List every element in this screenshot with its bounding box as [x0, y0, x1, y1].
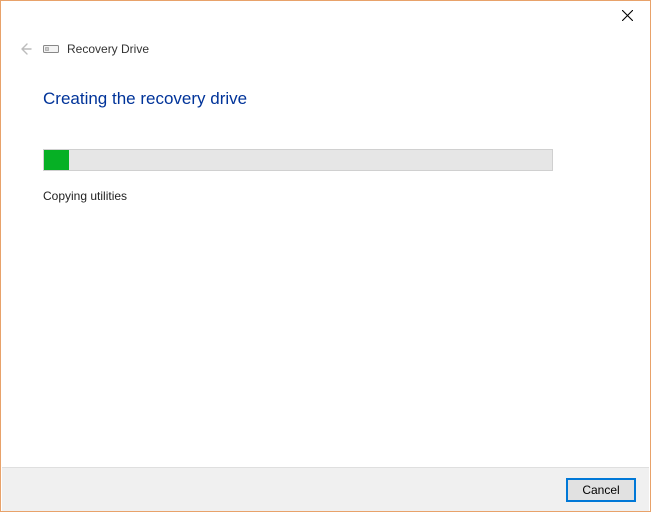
close-icon [622, 10, 633, 21]
status-text: Copying utilities [43, 189, 608, 203]
back-button [15, 39, 35, 59]
page-heading: Creating the recovery drive [43, 89, 608, 109]
arrow-left-icon [17, 41, 33, 57]
titlebar [1, 1, 650, 31]
close-button[interactable] [605, 1, 650, 29]
drive-icon [43, 43, 59, 55]
progress-bar [43, 149, 553, 171]
cancel-button[interactable]: Cancel [567, 479, 635, 501]
window-title: Recovery Drive [67, 42, 149, 56]
content-area: Creating the recovery drive Copying util… [1, 59, 650, 203]
footer: Cancel [2, 467, 649, 511]
progress-fill [44, 150, 69, 170]
header-row: Recovery Drive [1, 31, 650, 59]
